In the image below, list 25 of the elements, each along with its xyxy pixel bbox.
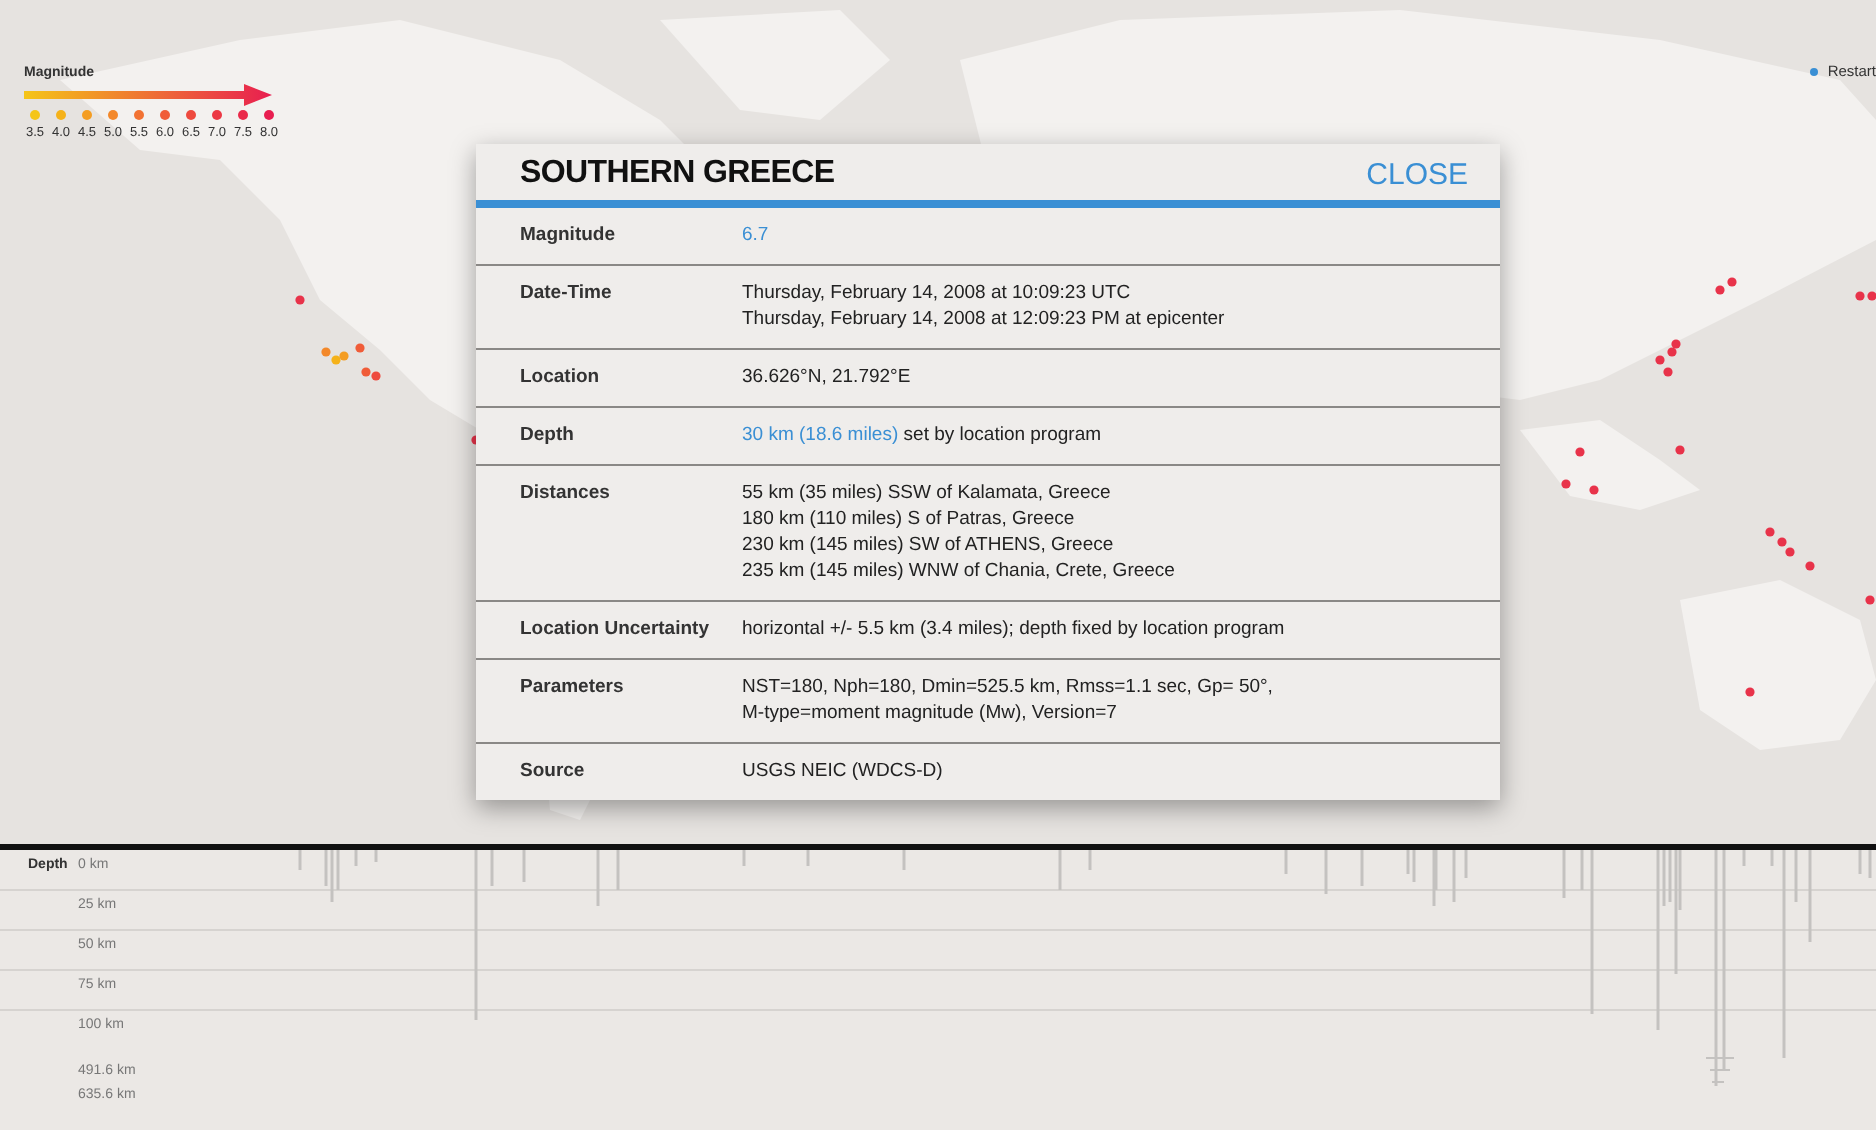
field-value: Thursday, February 14, 2008 at 12:09:23 PM at epicenter — [742, 306, 1225, 332]
field-value: horizontal +/- 5.5 km (3.4 miles); depth fixed by location program — [742, 616, 1285, 642]
field-label: Source — [520, 758, 587, 784]
field-value: 30 km (18.6 miles) set by location program — [742, 422, 1102, 448]
field-label: Location Uncertainty — [520, 616, 711, 642]
field-value: NST=180, Nph=180, Dmin=525.5 km, Rmss=1.1 sec, Gp= 50°, — [742, 674, 1273, 700]
field-value: 180 km (110 miles) S of Patras, Greece — [742, 506, 1077, 532]
field-value: USGS NEIC (WDCS-D) — [742, 758, 943, 784]
field-value: Thursday, February 14, 2008 at 10:09:23 UTC — [742, 280, 1133, 306]
value-link[interactable]: 30 km (18.6 miles) — [742, 424, 899, 446]
field-value: 55 km (35 miles) SSW of Kalamata, Greece — [742, 480, 1113, 506]
gradient-arrow-icon — [24, 84, 272, 106]
field-label: Distances — [520, 480, 612, 508]
value-link[interactable]: 6.7 — [742, 222, 769, 248]
field-value: 235 km (145 miles) WNW of Chania, Crete, Greece — [742, 558, 1175, 584]
field-value: 230 km (145 miles) SW of ATHENS, Greece — [742, 532, 1116, 558]
field-value: 36.626°N, 21.792°E — [742, 364, 911, 390]
close-button[interactable]: CLOSE — [1366, 157, 1468, 191]
field-value: M-type=moment magnitude (Mw), Version=7 — [742, 700, 1119, 726]
field-label: Depth — [520, 422, 576, 448]
field-label: Location — [520, 364, 602, 390]
field-label: Magnitude — [520, 222, 617, 248]
field-label: Date-Time — [520, 280, 614, 308]
field-label: Parameters — [520, 674, 626, 702]
panel-title: SOUTHERN GREECE — [520, 156, 835, 192]
